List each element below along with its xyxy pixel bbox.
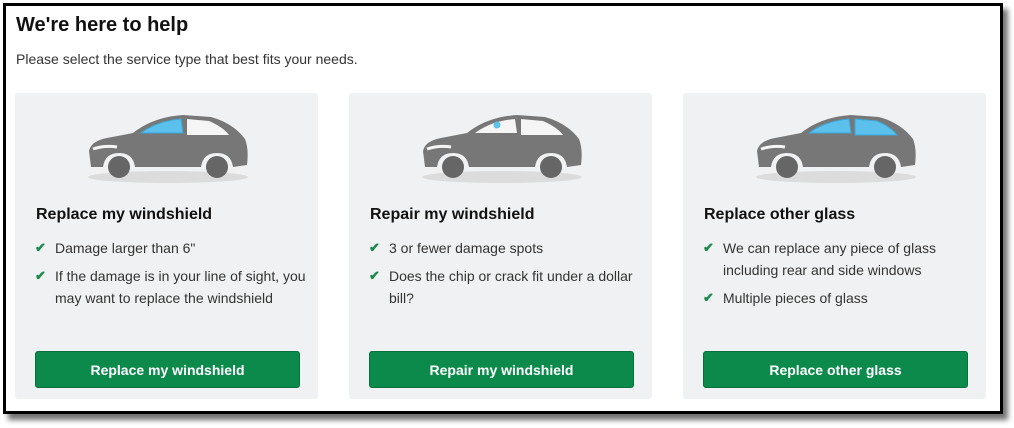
check-icon: ✔ xyxy=(703,240,714,255)
replace-other-glass-button[interactable]: Replace other glass xyxy=(703,351,968,388)
list-item: ✔ Damage larger than 6" xyxy=(35,237,310,259)
car-windshield-highlight-icon xyxy=(86,113,250,185)
list-item: ✔ Does the chip or crack fit under a doll… xyxy=(369,265,644,309)
service-card-repair-windshield: Repair my windshield ✔ 3 or fewer damage … xyxy=(349,93,652,399)
check-icon: ✔ xyxy=(703,290,714,305)
car-windshield-chip-icon xyxy=(420,113,584,185)
card-title: Replace my windshield xyxy=(36,206,213,223)
bullet-list: ✔ 3 or fewer damage spots ✔ Does the chip … xyxy=(369,237,644,315)
list-item: ✔ If the damage is in your line of sight,… xyxy=(35,265,310,309)
card-title: Repair my windshield xyxy=(370,206,535,223)
service-card-replace-windshield: Replace my windshield ✔ Damage larger tha… xyxy=(15,93,318,399)
check-icon: ✔ xyxy=(369,240,380,255)
replace-windshield-button[interactable]: Replace my windshield xyxy=(35,351,300,388)
card-title: Replace other glass xyxy=(704,206,856,223)
list-item: ✔ We can replace any piece of glass inclu… xyxy=(703,237,978,281)
page-subtitle: Please select the service type that best… xyxy=(16,51,358,67)
check-icon: ✔ xyxy=(369,268,380,283)
bullet-list: ✔ Damage larger than 6" ✔ If the damage is… xyxy=(35,237,310,315)
repair-windshield-button[interactable]: Repair my windshield xyxy=(369,351,634,388)
page-title: We're here to help xyxy=(16,14,189,36)
check-icon: ✔ xyxy=(35,268,46,283)
list-item: ✔ 3 or fewer damage spots xyxy=(369,237,644,259)
list-item: ✔ Multiple pieces of glass xyxy=(703,287,978,309)
help-panel: We're here to help Please select the ser… xyxy=(3,3,1003,414)
car-side-windows-highlight-icon xyxy=(754,113,918,185)
service-card-replace-other-glass: Replace other glass ✔ We can replace any … xyxy=(683,93,986,399)
bullet-list: ✔ We can replace any piece of glass inclu… xyxy=(703,237,978,315)
check-icon: ✔ xyxy=(35,240,46,255)
